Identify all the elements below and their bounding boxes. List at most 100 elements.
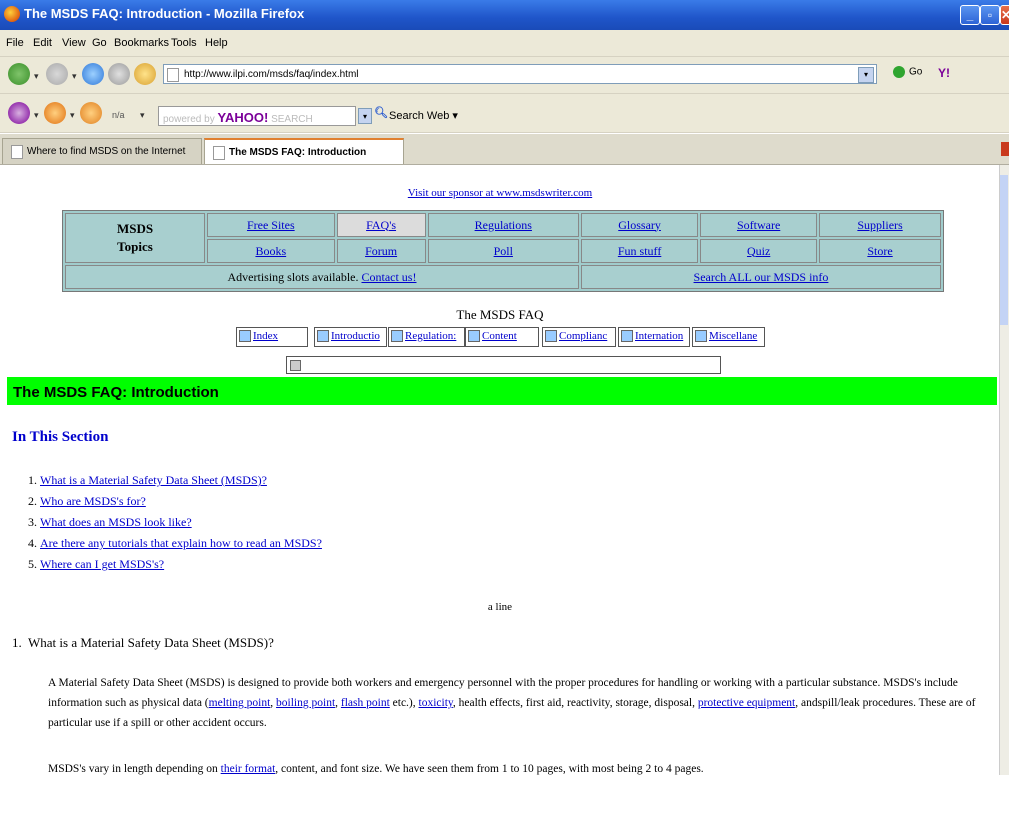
broken-image-icon — [545, 330, 557, 343]
in-this-section-heading: In This Section — [12, 429, 109, 445]
page-icon — [11, 145, 23, 159]
contact-us-link[interactable]: Contact us! — [361, 270, 416, 284]
faq-introduction-button[interactable]: Introductio — [314, 327, 387, 347]
melting-point-link[interactable]: melting point — [209, 697, 271, 709]
tab-msds-faq[interactable]: The MSDS FAQ: Introduction — [204, 138, 404, 164]
page-icon — [213, 146, 225, 160]
link-poll[interactable]: Poll — [494, 244, 513, 258]
toc-link-tutorials[interactable]: Are there any tutorials that explain how… — [40, 536, 322, 550]
search-icon[interactable]: 🔍︎ — [374, 106, 388, 119]
window-title: The MSDS FAQ: Introduction - Mozilla Fir… — [24, 6, 305, 21]
firefox-icon — [4, 6, 20, 22]
flash-point-link[interactable]: flash point — [341, 697, 390, 709]
toc-link-look-like[interactable]: What does an MSDS look like? — [40, 515, 192, 529]
broken-image-icon — [290, 360, 301, 371]
close-window-button[interactable]: ✕ — [1000, 5, 1009, 25]
sub-navigation-frame — [286, 356, 721, 374]
topics-table: MSDS Topics Free Sites FAQ's Regulations … — [62, 210, 944, 292]
faq-international-button[interactable]: Internation — [618, 327, 690, 347]
list-item: What does an MSDS look like? — [40, 512, 322, 533]
menu-tools[interactable]: Tools — [171, 37, 197, 49]
forward-dropdown-icon[interactable]: ▾ — [72, 71, 77, 82]
home-icon[interactable] — [134, 63, 156, 85]
boiling-point-link[interactable]: boiling point — [276, 697, 335, 709]
go-arrow-icon — [893, 66, 905, 78]
yahoo-search-input[interactable]: powered by YAHOO! SEARCH — [158, 106, 356, 126]
protective-equipment-link[interactable]: protective equipment — [698, 697, 795, 709]
vertical-scrollbar[interactable] — [999, 165, 1009, 775]
sponsor-link[interactable]: Visit our sponsor at www.msdswriter.com — [408, 187, 592, 199]
faq-compliance-button[interactable]: Complianc — [542, 327, 616, 347]
faq-title: The MSDS FAQ — [456, 307, 544, 322]
scrollbar-thumb[interactable] — [1000, 175, 1008, 325]
maximize-button[interactable]: ▫ — [980, 5, 1000, 25]
yahoo-button[interactable]: Y! — [938, 66, 950, 80]
link-glossary[interactable]: Glossary — [618, 218, 661, 232]
forward-icon[interactable] — [46, 63, 68, 85]
link-regulations[interactable]: Regulations — [475, 218, 532, 232]
broken-image-icon — [239, 330, 251, 343]
topics-header: MSDS Topics — [65, 213, 205, 263]
yahoo-toolbar: ▾ ▾ n/a ▾ 🔍︎ Search Web ▾ — [0, 94, 1009, 133]
yahoo-search-dropdown-icon[interactable]: ▾ — [358, 108, 372, 124]
link-suppliers[interactable]: Suppliers — [857, 218, 902, 232]
broken-image-icon — [317, 330, 329, 343]
question-heading: 1. What is a Material Safety Data Sheet … — [12, 635, 274, 650]
their-format-link[interactable]: their format — [221, 763, 276, 775]
answer-paragraph-2: MSDS's vary in length depending on their… — [48, 763, 704, 775]
search-all-link[interactable]: Search ALL our MSDS info — [694, 270, 829, 284]
menu-bookmarks[interactable]: Bookmarks — [114, 37, 169, 49]
menu-file[interactable]: File — [6, 37, 24, 49]
link-faqs[interactable]: FAQ's — [366, 218, 396, 232]
faq-miscellaneous-button[interactable]: Miscellane — [692, 327, 765, 347]
url-dropdown-icon[interactable]: ▾ — [858, 67, 874, 83]
star-icon[interactable] — [80, 102, 102, 124]
menu-bar: File Edit View Go Bookmarks Tools Help — [0, 30, 1009, 57]
link-store[interactable]: Store — [867, 244, 892, 258]
faq-index-button[interactable]: Index — [236, 327, 308, 347]
page-content: Visit our sponsor at www.msdswriter.com … — [0, 165, 1000, 836]
faq-regulations-button[interactable]: Regulation: — [388, 327, 465, 347]
up-arrow-icon[interactable] — [44, 102, 66, 124]
list-item: Are there any tutorials that explain how… — [40, 533, 322, 554]
broken-image-icon — [695, 330, 707, 343]
stop-icon[interactable] — [108, 63, 130, 85]
search-web-button[interactable]: Search Web ▾ — [389, 109, 458, 122]
close-tab-icon[interactable] — [1001, 142, 1009, 156]
tab-bar: Where to find MSDS on the Internet The M… — [0, 134, 1009, 165]
toc-link-who-for[interactable]: Who are MSDS's for? — [40, 494, 146, 508]
link-free-sites[interactable]: Free Sites — [247, 218, 295, 232]
list-item: Who are MSDS's for? — [40, 491, 322, 512]
menu-go[interactable]: Go — [92, 37, 107, 49]
link-software[interactable]: Software — [737, 218, 780, 232]
divider-alt-text: a line — [487, 601, 513, 613]
section-toc: What is a Material Safety Data Sheet (MS… — [2, 470, 322, 575]
toc-link-where-get[interactable]: Where can I get MSDS's? — [40, 557, 164, 571]
toxicity-link[interactable]: toxicity — [419, 697, 453, 709]
link-quiz[interactable]: Quiz — [747, 244, 770, 258]
page-icon — [167, 68, 179, 82]
window-titlebar: The MSDS FAQ: Introduction - Mozilla Fir… — [0, 0, 1009, 30]
yahoo-menu-icon[interactable] — [8, 102, 30, 124]
menu-view[interactable]: View — [62, 37, 86, 49]
toc-link-what-is-msds[interactable]: What is a Material Safety Data Sheet (MS… — [40, 473, 267, 487]
back-dropdown-icon[interactable]: ▾ — [34, 71, 39, 82]
page-heading: The MSDS FAQ: Introduction — [7, 377, 997, 405]
url-text: http://www.ilpi.com/msds/faq/index.html — [184, 69, 359, 80]
faq-content-button[interactable]: Content — [465, 327, 539, 347]
link-fun-stuff[interactable]: Fun stuff — [618, 244, 661, 258]
reload-icon[interactable] — [82, 63, 104, 85]
minimize-button[interactable]: _ — [960, 5, 980, 25]
tab-msds-internet[interactable]: Where to find MSDS on the Internet — [2, 138, 202, 164]
broken-image-icon — [468, 330, 480, 343]
link-books[interactable]: Books — [255, 244, 286, 258]
menu-edit[interactable]: Edit — [33, 37, 52, 49]
answer-paragraph-1: A Material Safety Data Sheet (MSDS) is d… — [48, 677, 976, 729]
broken-image-icon — [391, 330, 403, 343]
go-button[interactable]: Go — [893, 66, 922, 78]
link-forum[interactable]: Forum — [365, 244, 397, 258]
url-bar[interactable]: http://www.ilpi.com/msds/faq/index.html … — [163, 64, 877, 84]
advert-cell: Advertising slots available. Contact us! — [65, 265, 579, 289]
menu-help[interactable]: Help — [205, 37, 228, 49]
back-icon[interactable] — [8, 63, 30, 85]
